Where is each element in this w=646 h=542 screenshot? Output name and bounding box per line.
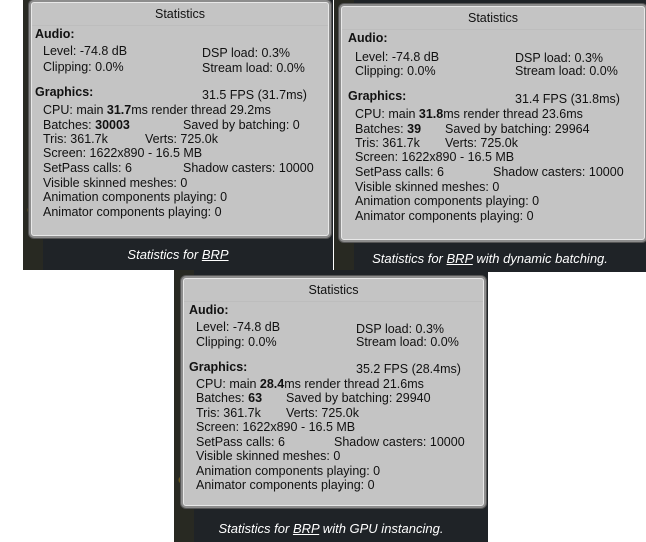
saved-by-batching: Saved by batching: 29964 [445,122,590,136]
cpu-prefix: CPU: main [43,103,107,117]
animator-components: Animator components playing: 0 [196,478,375,492]
animation-components: Animation components playing: 0 [196,464,381,478]
verts: Verts: 725.0k [286,406,359,420]
caption-suffix: with dynamic batching. [472,251,608,266]
figure-caption: Statistics for BRP with GPU instancing. [174,521,488,536]
audio-dsp-load: DSP load: 0.3% [356,322,445,336]
statistics-window: Statistics Audio: Level: -74.8 dB DSP lo… [31,2,329,236]
cpu-line: CPU: main 31.7ms render thread 29.2ms [43,103,271,117]
tris: Tris: 361.7k [43,132,108,146]
shadow-casters: Shadow casters: 10000 [183,161,314,175]
figure-card-gpu-instancing: Statistics Audio: Level: -74.8 dB DSP lo… [174,270,488,542]
shadow-casters: Shadow casters: 10000 [493,165,624,179]
shadow-casters: Shadow casters: 10000 [334,435,465,449]
caption-link-brp[interactable]: BRP [293,521,319,536]
batches-value: 39 [407,122,422,136]
batches-value: 30003 [95,118,130,132]
cpu-main-value: 31.7 [106,103,132,117]
setpass-calls: SetPass calls: 6 [43,161,132,175]
window-title: Statistics [184,279,483,302]
graphics-header: Graphics: [189,360,248,374]
figure-card-brp: Statistics Audio: Level: -74.8 dB DSP lo… [23,0,333,270]
cpu-suffix: ms render thread 21.6ms [284,377,424,391]
caption-suffix: with GPU instancing. [319,521,444,536]
verts: Verts: 725.0k [145,132,218,146]
cpu-prefix: CPU: main [355,107,419,121]
figure-caption: Statistics for BRP with dynamic batching… [334,251,646,266]
audio-clipping: Clipping: 0.0% [43,60,124,74]
window-title: Statistics [342,7,644,30]
cpu-suffix: ms render thread 29.2ms [131,103,271,117]
audio-dsp-load: DSP load: 0.3% [202,46,291,60]
cpu-suffix: ms render thread 23.6ms [443,107,583,121]
batches-line: Batches: 30003 [43,118,130,132]
audio-clipping: Clipping: 0.0% [355,64,436,78]
caption-link-brp[interactable]: BRP [202,247,229,262]
cpu-line: CPU: main 28.4ms render thread 21.6ms [196,377,424,391]
caption-link-brp[interactable]: BRP [447,251,473,266]
visible-skinned-meshes: Visible skinned meshes: 0 [43,176,188,190]
animation-components: Animation components playing: 0 [43,190,228,204]
cpu-main-value: 28.4 [259,377,285,391]
audio-level: Level: -74.8 dB [355,50,440,64]
figure-caption: Statistics for BRP [23,247,333,262]
audio-level: Level: -74.8 dB [196,320,281,334]
audio-dsp-load: DSP load: 0.3% [515,51,604,65]
caption-text: Statistics for [218,521,293,536]
setpass-calls: SetPass calls: 6 [355,165,444,179]
screen-info: Screen: 1622x890 - 16.5 MB [196,420,356,434]
audio-stream-load: Stream load: 0.0% [202,61,305,75]
audio-stream-load: Stream load: 0.0% [515,64,618,78]
saved-by-batching: Saved by batching: 0 [183,118,300,132]
window-title: Statistics [32,3,328,26]
audio-level: Level: -74.8 dB [43,44,128,58]
figure-card-dynamic-batching: Statistics Audio: Level: -74.8 dB DSP lo… [334,0,646,272]
batches-prefix: Batches: [196,391,249,405]
batches-value: 63 [248,391,263,405]
fps-readout: 31.5 FPS (31.7ms) [202,88,307,102]
audio-header: Audio: [189,303,229,317]
audio-header: Audio: [35,27,75,41]
graphics-header: Graphics: [35,85,94,99]
graphics-header: Graphics: [348,89,407,103]
visible-skinned-meshes: Visible skinned meshes: 0 [196,449,341,463]
saved-by-batching: Saved by batching: 29940 [286,391,431,405]
statistics-window: Statistics Audio: Level: -74.8 dB DSP lo… [183,278,484,506]
setpass-calls: SetPass calls: 6 [196,435,285,449]
visible-skinned-meshes: Visible skinned meshes: 0 [355,180,500,194]
batches-line: Batches: 63 [196,391,262,405]
screen-info: Screen: 1622x890 - 16.5 MB [355,150,515,164]
audio-stream-load: Stream load: 0.0% [356,335,459,349]
animator-components: Animator components playing: 0 [43,205,222,219]
statistics-window: Statistics Audio: Level: -74.8 dB DSP lo… [341,6,645,240]
verts: Verts: 725.0k [445,136,518,150]
fps-readout: 35.2 FPS (28.4ms) [356,362,461,376]
cpu-main-value: 31.8 [418,107,444,121]
fps-readout: 31.4 FPS (31.8ms) [515,92,620,106]
tris: Tris: 361.7k [355,136,420,150]
cpu-line: CPU: main 31.8ms render thread 23.6ms [355,107,583,121]
screen-info: Screen: 1622x890 - 16.5 MB [43,146,203,160]
batches-prefix: Batches: [43,118,96,132]
animator-components: Animator components playing: 0 [355,209,534,223]
caption-text: Statistics for [127,247,202,262]
caption-text: Statistics for [372,251,447,266]
audio-header: Audio: [348,31,388,45]
audio-clipping: Clipping: 0.0% [196,335,277,349]
tris: Tris: 361.7k [196,406,261,420]
cpu-prefix: CPU: main [196,377,260,391]
batches-line: Batches: 39 [355,122,421,136]
batches-prefix: Batches: [355,122,408,136]
animation-components: Animation components playing: 0 [355,194,540,208]
